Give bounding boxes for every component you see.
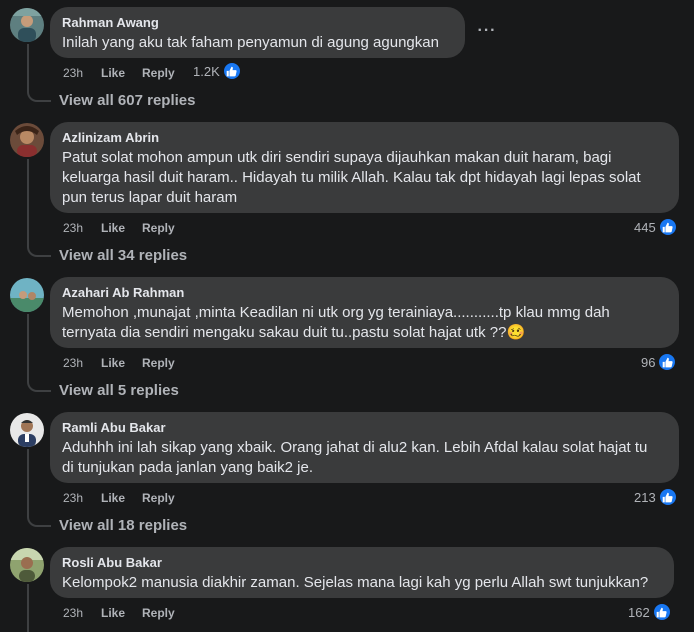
comment-author[interactable]: Ramli Abu Bakar [62,420,667,436]
like-button[interactable]: Like [101,66,142,80]
comment-text: Patut solat mohon ampun utk diri sendiri… [62,149,641,206]
view-replies-link[interactable]: View all 18 replies [59,517,187,535]
comment-actions: 23h Like Reply [63,491,186,505]
thread-connector [27,515,51,527]
like-thumb-icon [658,353,677,371]
reaction-count: 213 [634,489,656,505]
comment-bubble: Azahari Ab Rahman Memohon ,munajat ,mint… [50,277,679,348]
comment-timestamp[interactable]: 23h [63,606,101,620]
like-thumb-icon [658,488,677,506]
comment-text: Inilah yang aku tak faham penyamun di ag… [62,34,439,51]
like-button[interactable]: Like [101,606,142,620]
comment-bubble: Azlinizam Abrin Patut solat mohon ampun … [50,122,679,213]
thread-connector [27,245,51,257]
comment-actions: 23h Like Reply [63,66,186,80]
comment-actions: 23h Like Reply [63,221,186,235]
reaction-count: 445 [634,219,656,235]
like-thumb-icon [652,603,671,621]
comment-author[interactable]: Rahman Awang [62,15,453,31]
comment-bubble: Rosli Abu Bakar Kelompok2 manusia diakhi… [50,547,674,598]
reaction-summary[interactable]: 445 [634,218,677,236]
avatar[interactable] [10,548,44,582]
comment-actions: 23h Like Reply [63,356,186,370]
comment-author[interactable]: Azahari Ab Rahman [62,285,667,301]
comment-timestamp[interactable]: 23h [63,221,101,235]
comment-timestamp[interactable]: 23h [63,66,101,80]
thread-line [27,159,29,245]
reaction-count: 96 [641,354,656,370]
comment-timestamp[interactable]: 23h [63,491,101,505]
like-button[interactable]: Like [101,356,142,370]
thread-connector [27,380,51,392]
like-button[interactable]: Like [101,491,142,505]
reply-button[interactable]: Reply [142,66,186,80]
comment-author[interactable]: Rosli Abu Bakar [62,555,662,571]
reply-button[interactable]: Reply [142,221,186,235]
like-thumb-icon [658,218,677,236]
more-dots-icon: ··· [477,22,497,39]
comment-text: Memohon ,munajat ,minta Keadilan ni utk … [62,304,610,341]
reply-button[interactable]: Reply [142,606,186,620]
like-button[interactable]: Like [101,221,142,235]
reaction-summary[interactable]: 162 [628,603,671,621]
comment-text: Aduhhh ini lah sikap yang xbaik. Orang j… [62,439,648,476]
comment-author[interactable]: Azlinizam Abrin [62,130,667,146]
avatar[interactable] [10,8,44,42]
avatar[interactable] [10,413,44,447]
comment-bubble: Ramli Abu Bakar Aduhhh ini lah sikap yan… [50,412,679,483]
reaction-summary[interactable]: 96 [641,353,677,371]
thread-line [27,44,29,90]
more-options-button[interactable]: ··· [476,22,498,46]
reaction-count: 1.2K [193,63,220,79]
thread-line [27,449,29,515]
view-replies-link[interactable]: View all 5 replies [59,382,179,400]
view-replies-link[interactable]: View all 34 replies [59,247,187,265]
thread-line [27,314,29,380]
avatar[interactable] [10,123,44,157]
reaction-summary[interactable]: 213 [634,488,677,506]
comment-timestamp[interactable]: 23h [63,356,101,370]
reaction-count: 162 [628,604,650,620]
thread-connector [27,90,51,102]
comment-bubble: Rahman Awang Inilah yang aku tak faham p… [50,7,465,58]
like-thumb-icon [222,62,241,80]
comment-actions: 23h Like Reply [63,606,186,620]
comment-text: Kelompok2 manusia diakhir zaman. Sejelas… [62,574,649,591]
reply-button[interactable]: Reply [142,356,186,370]
avatar[interactable] [10,278,44,312]
view-replies-link[interactable]: View all 607 replies [59,92,195,110]
reply-button[interactable]: Reply [142,491,186,505]
reaction-summary[interactable]: 1.2K [193,62,241,80]
thread-line [27,584,29,632]
